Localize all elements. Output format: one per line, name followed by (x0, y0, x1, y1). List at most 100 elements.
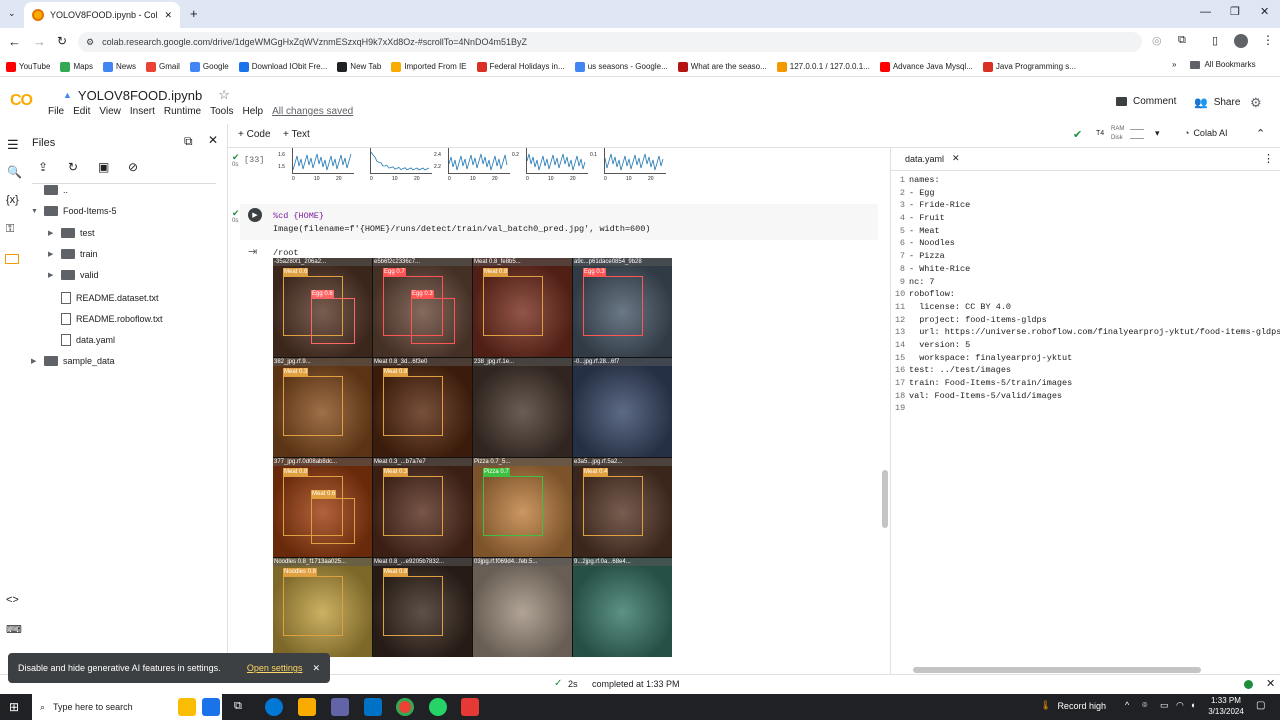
file-tree-item[interactable]: ▶ sample_data (31, 356, 115, 366)
yaml-line[interactable]: 15 workspace: finalyearproj-yktut (895, 352, 1280, 365)
menu-view[interactable]: View (99, 106, 121, 117)
yaml-line[interactable]: 11 license: CC BY 4.0 (895, 301, 1280, 314)
code-cell[interactable] (240, 204, 878, 240)
chrome-icon[interactable] (396, 698, 414, 716)
toast-close-icon[interactable]: ✕ (312, 663, 320, 674)
code-line-2[interactable]: Image(filename=f'{HOME}/runs/detect/trai… (273, 224, 650, 234)
yaml-line[interactable]: 16 test: ../test/images (895, 364, 1280, 377)
file-tree-item[interactable]: ▶ valid (48, 270, 99, 280)
expand-chevron-icon[interactable]: ▼ (31, 208, 39, 215)
add-code-button[interactable]: + Code (238, 129, 271, 140)
editor-horizontal-scrollbar[interactable] (913, 667, 1201, 673)
refresh-icon[interactable]: ↻ (68, 160, 78, 174)
extensions-puzzle-icon[interactable]: ⧉ (1178, 34, 1186, 47)
menu-edit[interactable]: Edit (73, 106, 90, 117)
yaml-line[interactable]: 2 - Egg (895, 187, 1280, 200)
taskbar-people-icon[interactable] (202, 698, 220, 716)
yaml-line[interactable]: 5 - Meat (895, 225, 1280, 238)
taskbar-widget-icon[interactable] (178, 698, 196, 716)
store-icon[interactable] (331, 698, 349, 716)
menu-help[interactable]: Help (242, 106, 263, 117)
file-tree-item[interactable]: ▼ Food-Items-5 (31, 206, 117, 216)
yaml-line[interactable]: 14 version: 5 (895, 339, 1280, 352)
file-tree-item[interactable]: ▶ train (48, 249, 98, 259)
menu-tools[interactable]: Tools (210, 106, 233, 117)
site-info-icon[interactable]: ⚙ (86, 37, 94, 48)
yaml-line[interactable]: 6 - Noodles (895, 237, 1280, 250)
output-toggle-icon[interactable]: ⇥ (248, 245, 257, 258)
files-folder-icon[interactable] (5, 254, 19, 264)
bookmark-item[interactable]: News (103, 61, 136, 72)
bookmark-item[interactable]: Imported From IE (391, 61, 467, 72)
yaml-line[interactable]: 3 - Fride-Rice (895, 199, 1280, 212)
settings-gear-icon[interactable]: ⚙ (1250, 95, 1262, 111)
yaml-line[interactable]: 10 roboflow: (895, 288, 1280, 301)
yaml-editor[interactable]: 1 names: 2 - Egg 3 - Fride-Rice 4 - Fruit 5 - Mea… (895, 174, 1280, 415)
extension-icon[interactable]: ◎ (1152, 34, 1162, 47)
run-cell-button[interactable]: ▶ (248, 208, 262, 222)
bookmark-item[interactable]: Download IObit Fre... (238, 61, 327, 72)
tray-chevron-icon[interactable]: ^ (1125, 700, 1129, 710)
menu-runtime[interactable]: Runtime (164, 106, 201, 117)
runtime-dropdown-icon[interactable]: ▾ (1155, 128, 1160, 139)
mail-icon[interactable] (364, 698, 382, 716)
reload-icon[interactable]: ↻ (57, 34, 67, 48)
comment-button[interactable]: Comment (1116, 96, 1176, 107)
notebook-scrollbar[interactable] (882, 470, 888, 528)
tab-search-chevron-icon[interactable]: ⌄ (8, 8, 16, 19)
hide-files-icon[interactable]: ⊘ (128, 160, 138, 174)
share-button[interactable]: 👥 Share (1194, 96, 1240, 109)
edge-icon[interactable] (265, 698, 283, 716)
expand-chevron-icon[interactable]: ▶ (48, 250, 56, 258)
bookmark-item[interactable]: 127.0.0.1 / 127.0.0.1... (776, 61, 870, 72)
battery-icon[interactable]: ▭ (1160, 700, 1169, 711)
yaml-line[interactable]: 13 url: https://universe.roboflow.com/fi… (895, 326, 1280, 339)
bookmark-item[interactable]: Advance Java Mysql... (879, 61, 973, 72)
profile-avatar[interactable] (1234, 34, 1248, 48)
completed-status[interactable]: completed at 1:33 PM (592, 679, 680, 689)
open-settings-link[interactable]: Open settings (247, 663, 303, 673)
bookmark-item[interactable]: What are the seaso... (677, 61, 767, 72)
chrome-menu-icon[interactable]: ⋮ (1262, 33, 1274, 47)
bookmark-item[interactable]: us seasons - Google... (574, 61, 668, 72)
file-explorer-icon[interactable] (298, 698, 316, 716)
yaml-line[interactable]: 12 project: food-items-gldps (895, 314, 1280, 327)
bookmark-item[interactable]: YouTube (6, 61, 50, 72)
bookmark-item[interactable]: New Tab (337, 61, 381, 72)
star-icon[interactable]: ☆ (218, 87, 230, 103)
windows-start-icon[interactable]: ⊞ (9, 700, 19, 714)
clock-date[interactable]: 3/13/2024 (1202, 707, 1250, 716)
code-snippets-icon[interactable]: <> (6, 594, 19, 606)
file-tree-item[interactable]: data.yaml (48, 334, 115, 346)
yaml-line[interactable]: 18 val: Food-Items-5/valid/images (895, 390, 1280, 403)
yaml-line[interactable]: 7 - Pizza (895, 250, 1280, 263)
editor-tab[interactable]: data.yaml ✕ (905, 153, 960, 164)
yaml-line[interactable]: 19 (895, 402, 1280, 415)
file-tree-item[interactable]: README.roboflow.txt (48, 313, 163, 325)
colab-logo[interactable]: CO (10, 92, 33, 110)
all-bookmarks-button[interactable]: All Bookmarks (1190, 60, 1256, 69)
wifi-icon[interactable]: ◠ (1176, 700, 1184, 711)
browser-tab-active[interactable]: YOLOV8FOOD.ipynb - Colabora ✕ (24, 2, 180, 28)
close-window-icon[interactable]: ✕ (1260, 5, 1269, 18)
upload-file-icon[interactable]: ⇪ (38, 160, 48, 174)
add-text-button[interactable]: + Text (283, 129, 310, 140)
weather-widget[interactable]: 🌡 Record high (1040, 700, 1106, 711)
back-icon[interactable]: ← (8, 34, 21, 49)
side-panel-icon[interactable]: ▯ (1212, 34, 1218, 47)
restore-icon[interactable]: ❐ (1230, 5, 1240, 18)
save-status[interactable]: All changes saved (272, 106, 353, 117)
code-line-1[interactable]: %cd {HOME} (273, 211, 324, 221)
toc-icon[interactable]: ☰ (7, 137, 19, 153)
search-icon[interactable]: 🔍 (7, 165, 22, 179)
yaml-line[interactable]: 17 train: Food-Items-5/train/images (895, 377, 1280, 390)
whatsapp-icon[interactable] (429, 698, 447, 716)
expand-chevron-icon[interactable]: ▶ (48, 271, 56, 279)
yaml-line[interactable]: 1 names: (895, 174, 1280, 187)
menu-file[interactable]: File (48, 106, 64, 117)
bookmark-item[interactable]: Google (189, 61, 229, 72)
yaml-line[interactable]: 8 - White-Rice (895, 263, 1280, 276)
expand-chevron-icon[interactable]: ▶ (31, 357, 39, 365)
secrets-key-icon[interactable]: ⚿ (6, 223, 14, 236)
runtime-gpu-label[interactable]: T4 (1096, 130, 1104, 137)
